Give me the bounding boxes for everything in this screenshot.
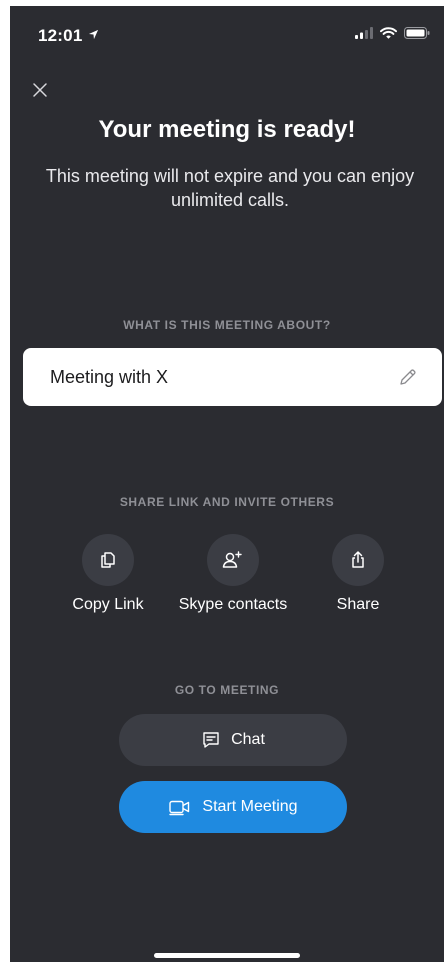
meeting-ready-screen: 12:01 Your meeting is ready! This meetin…: [10, 6, 444, 962]
home-indicator[interactable]: [154, 953, 300, 958]
start-meeting-button-label: Start Meeting: [202, 798, 298, 815]
share-icon: [352, 551, 364, 568]
share-label: Share: [336, 596, 380, 613]
chat-icon: [203, 732, 219, 748]
video-camera-icon: [169, 800, 190, 816]
share-section-label: SHARE LINK AND INVITE OTHERS: [119, 495, 335, 509]
start-meeting-button[interactable]: Start Meeting: [119, 781, 347, 833]
page-title: Your meeting is ready!: [98, 116, 356, 143]
close-icon: [33, 83, 47, 97]
skype-contacts-circle: [207, 534, 259, 586]
go-to-meeting-section-label: GO TO MEETING: [174, 683, 280, 697]
copy-link-button[interactable]: Copy Link: [48, 534, 168, 614]
wifi-icon: [380, 27, 397, 39]
chat-button-label: Chat: [231, 731, 265, 748]
cellular-signal-icon: [355, 27, 373, 39]
pencil-icon[interactable]: [398, 367, 418, 387]
share-button[interactable]: Share: [298, 534, 418, 614]
chat-button[interactable]: Chat: [119, 714, 347, 766]
meeting-topic-value: Meeting with X: [50, 366, 169, 387]
status-bar: 12:01: [10, 6, 444, 62]
skype-contacts-label: Skype contacts: [178, 596, 288, 613]
copy-link-label: Copy Link: [72, 596, 144, 613]
skype-contacts-button[interactable]: Skype contacts: [173, 534, 293, 614]
meeting-topic-field[interactable]: Meeting with X: [23, 348, 442, 406]
location-arrow-icon: [89, 29, 99, 40]
topic-section-label: WHAT IS THIS MEETING ABOUT?: [123, 318, 331, 332]
battery-icon: [404, 27, 430, 39]
status-time: 12:01: [38, 26, 99, 46]
copy-link-circle: [82, 534, 134, 586]
page-subtitle: This meeting will not expire and you can…: [45, 166, 415, 210]
copy-icon: [101, 552, 115, 568]
add-contact-icon: [222, 551, 242, 568]
close-button[interactable]: [28, 78, 52, 102]
share-circle: [332, 534, 384, 586]
